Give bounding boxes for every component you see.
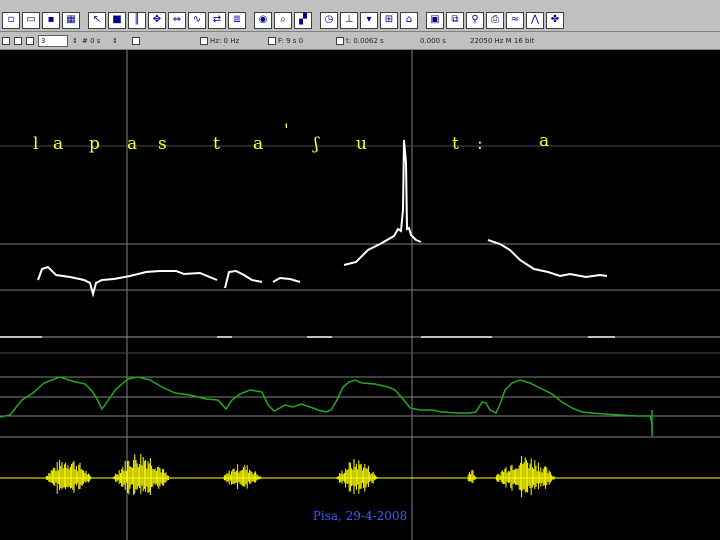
status-field-4: 0.000 s <box>420 37 446 45</box>
caption: Pisa, 29-4-2008 <box>312 509 408 523</box>
pointer-icon[interactable]: ↖ <box>88 11 106 29</box>
split-icon[interactable]: ⊞ <box>380 11 398 29</box>
marker-icon[interactable]: ▾ <box>360 11 378 29</box>
phone-label: ʃ <box>312 134 320 154</box>
option-checkbox-2[interactable] <box>14 37 22 45</box>
spin-arrows-icon[interactable]: ⇕ <box>112 36 118 47</box>
phone-label: u <box>356 134 367 154</box>
option-checkbox-5[interactable] <box>200 37 208 45</box>
option-checkbox-3[interactable] <box>26 37 34 45</box>
transform-icon[interactable]: ⇄ <box>208 11 226 29</box>
status-field-2: F: 9 s 0 <box>278 37 304 45</box>
spin-arrows-icon[interactable]: ⇕ <box>72 36 78 47</box>
pitch-contour <box>37 139 608 298</box>
window-icon[interactable]: ▣ <box>426 11 444 29</box>
spectrum-icon[interactable]: ▞ <box>294 11 312 29</box>
status-field-1: Hz: 0 Hz <box>210 37 240 45</box>
pitch-segment <box>224 269 263 289</box>
option-checkbox-7[interactable] <box>336 37 344 45</box>
phone-label: s <box>158 134 167 154</box>
pitch-segment <box>343 139 422 266</box>
open-file-icon[interactable]: ▭ <box>22 11 40 29</box>
phone-label: : <box>477 134 483 154</box>
layers-icon[interactable]: ≣ <box>228 11 246 29</box>
timer-icon[interactable]: ◷ <box>320 11 338 29</box>
status-field-5: 22050 Hz M 16 bit <box>470 37 535 45</box>
pitch-segment <box>272 276 301 283</box>
waveform-icon[interactable]: ⋀ <box>526 11 544 29</box>
grid-icon[interactable]: ▦ <box>62 11 80 29</box>
option-checkbox-6[interactable] <box>268 37 276 45</box>
phone-label: t <box>452 134 459 154</box>
move-icon[interactable]: ✥ <box>148 11 166 29</box>
zoom-field[interactable]: 3 <box>38 35 68 47</box>
phone-label: t <box>213 134 220 154</box>
record-icon[interactable]: ◉ <box>254 11 272 29</box>
save-icon[interactable]: ▪ <box>42 11 60 29</box>
status-bar: 3 ⇕ # 0 s ⇕ Hz: 0 Hz F: 9 s 0 t: 0.0062 … <box>0 33 720 50</box>
phone-label: a <box>53 134 63 154</box>
option-checkbox-1[interactable] <box>2 37 10 45</box>
analysis-display[interactable]: l a p a s t a ' ʃ u t : a Pisa, 29-4-200… <box>0 50 720 540</box>
analysis-canvas: l a p a s t a ' ʃ u t : a <box>0 50 720 540</box>
phone-label: a <box>127 134 137 154</box>
curve-icon[interactable]: ∿ <box>188 11 206 29</box>
phone-label: a <box>539 131 549 151</box>
play-cursor-icon[interactable]: ║ <box>128 11 146 29</box>
spread-icon[interactable]: ⇔ <box>168 11 186 29</box>
phone-label: a <box>253 134 263 154</box>
stress-mark: ' <box>284 121 289 141</box>
menu-bar: leEditPlaceToolsUtilitiesOptionsWindowHe… <box>0 0 720 9</box>
option-checkbox-4[interactable] <box>132 37 140 45</box>
tag-icon[interactable]: ⌂ <box>400 11 418 29</box>
stop-icon[interactable]: ■ <box>108 11 126 29</box>
search-icon[interactable]: ⚲ <box>466 11 484 29</box>
wave-icon[interactable]: ≈ <box>506 11 524 29</box>
toolbar: ▫ ▭ ▪ ▦ ↖ ■ ║ ✥ ⇔ ∿ ⇄ ≣ ◉ ⌕ ▞ ◷ ⊥ ▾ ⊞ ⌂ ▣ ⧉ ⚲ ⎙ ≈ ⋀ ✤ <box>0 9 720 32</box>
pitch-segment <box>487 239 608 279</box>
intensity-segment <box>0 376 653 432</box>
palette-icon[interactable]: ✤ <box>546 11 564 29</box>
new-file-icon[interactable]: ▫ <box>2 11 20 29</box>
phone-label: p <box>89 134 100 154</box>
transcription: l a p a s t a ' ʃ u t : a <box>33 121 549 154</box>
zoom-icon[interactable]: ⌕ <box>274 11 292 29</box>
waveform <box>0 453 720 498</box>
phone-label: l <box>33 134 38 154</box>
printer-icon[interactable]: ⎙ <box>486 11 504 29</box>
align-icon[interactable]: ⊥ <box>340 11 358 29</box>
status-field-3: t: 0.0062 s <box>346 37 384 45</box>
intensity-curve <box>0 376 653 432</box>
unit-label: # 0 s <box>82 37 101 45</box>
copy-icon[interactable]: ⧉ <box>446 11 464 29</box>
